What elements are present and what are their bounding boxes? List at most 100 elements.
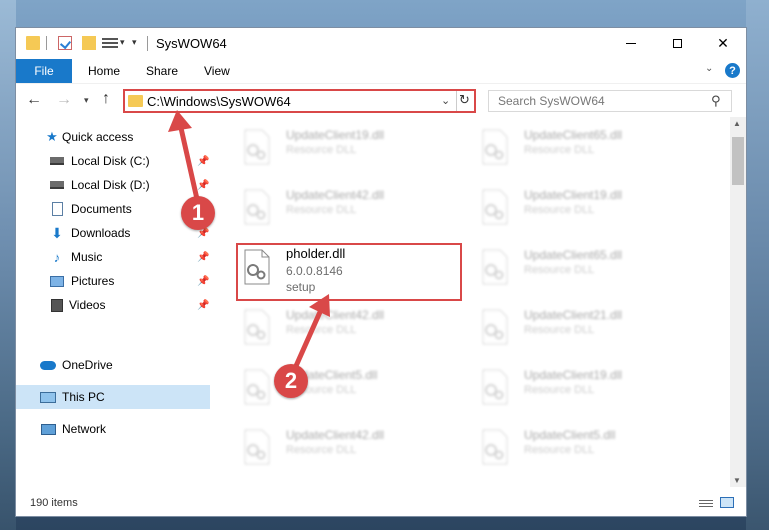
address-bar[interactable]: C:\Windows\SysWOW64 ⌄ ↻ bbox=[123, 89, 476, 113]
sidebar-item-local-disk-c[interactable]: Local Disk (C:) 📌 bbox=[16, 149, 210, 173]
close-button[interactable]: ✕ bbox=[700, 28, 746, 59]
scroll-thumb[interactable] bbox=[732, 137, 744, 185]
list-item[interactable]: UpdateClient19.dll Resource DLL bbox=[468, 363, 698, 415]
list-item[interactable]: UpdateClient42.dll Resource DLL bbox=[230, 303, 460, 355]
pin-icon[interactable]: 📌 bbox=[197, 180, 209, 191]
file-type: Resource DLL bbox=[524, 264, 595, 276]
details-view-icon[interactable] bbox=[699, 498, 713, 508]
file-type: Resource DLL bbox=[524, 384, 595, 396]
videos-icon bbox=[49, 298, 65, 312]
large-icons-view-icon[interactable] bbox=[720, 497, 734, 508]
tab-share[interactable]: Share bbox=[146, 59, 178, 83]
list-item[interactable]: UpdateClient65.dll Resource DLL bbox=[468, 123, 698, 175]
dll-file-icon bbox=[244, 249, 270, 285]
dll-file-icon bbox=[482, 369, 508, 405]
file-list: UpdateClient19.dll Resource DLL UpdateCl… bbox=[210, 117, 730, 487]
sidebar-item-label: Documents bbox=[71, 202, 132, 216]
tab-view[interactable]: View bbox=[204, 59, 230, 83]
sidebar-item-onedrive[interactable]: OneDrive bbox=[16, 353, 210, 377]
file-name: UpdateClient42.dll bbox=[286, 188, 385, 202]
vertical-scrollbar[interactable]: ▲ ▼ bbox=[730, 117, 746, 487]
sidebar-item-local-disk-d[interactable]: Local Disk (D:) 📌 bbox=[16, 173, 210, 197]
maximize-button[interactable] bbox=[654, 28, 700, 59]
sidebar-item-pictures[interactable]: Pictures 📌 bbox=[16, 269, 210, 293]
list-item[interactable]: UpdateClient65.dll Resource DLL bbox=[468, 243, 698, 295]
up-arrow-icon[interactable]: ↑ bbox=[102, 90, 110, 108]
folder-icon bbox=[26, 36, 40, 50]
file-name: UpdateClient21.dll bbox=[524, 308, 623, 322]
dll-file-icon bbox=[244, 369, 270, 405]
list-item[interactable]: UpdateClient42.dll Resource DLL bbox=[230, 183, 460, 235]
star-icon: ★ bbox=[46, 129, 58, 144]
quick-access-divider bbox=[46, 36, 47, 50]
pin-icon[interactable]: 📌 bbox=[197, 276, 209, 287]
list-item[interactable]: UpdateClient19.dll Resource DLL bbox=[230, 123, 460, 175]
properties-icon[interactable] bbox=[58, 36, 72, 50]
sidebar-item-network[interactable]: Network bbox=[16, 417, 210, 441]
sidebar-item-label: Pictures bbox=[71, 274, 115, 288]
list-item[interactable]: UpdateClient21.dll Resource DLL bbox=[468, 303, 698, 355]
file-type: Resource DLL bbox=[524, 324, 595, 336]
onedrive-icon bbox=[40, 358, 56, 372]
address-path[interactable]: C:\Windows\SysWOW64 bbox=[147, 94, 291, 109]
drive-icon bbox=[49, 154, 65, 168]
sidebar-item-music[interactable]: ♪ Music 📌 bbox=[16, 245, 210, 269]
search-input[interactable] bbox=[489, 91, 704, 111]
dll-file-icon bbox=[482, 309, 508, 345]
file-name: UpdateClient19.dll bbox=[524, 188, 623, 202]
scroll-up-icon[interactable]: ▲ bbox=[733, 119, 741, 128]
navigation-bar: ← → ▾ ↑ C:\Windows\SysWOW64 ⌄ ↻ ⚲ bbox=[16, 83, 746, 118]
sidebar-item-videos[interactable]: Videos 📌 bbox=[16, 293, 210, 317]
pin-icon[interactable]: 📌 bbox=[197, 156, 209, 167]
list-item-pholder-dll[interactable]: pholder.dll 6.0.0.8146 setup bbox=[230, 243, 460, 295]
dll-file-icon bbox=[482, 429, 508, 465]
sidebar-item-label: Local Disk (D:) bbox=[71, 178, 150, 192]
scroll-down-icon[interactable]: ▼ bbox=[733, 476, 741, 485]
minimize-button[interactable] bbox=[608, 28, 654, 59]
file-name: UpdateClient42.dll bbox=[286, 428, 385, 442]
ribbon-tabs: File Home Share View ⌄ ? bbox=[16, 59, 746, 83]
file-type: Resource DLL bbox=[286, 144, 357, 156]
file-version: 6.0.0.8146 bbox=[286, 264, 343, 278]
chevron-down-icon[interactable]: ⌄ bbox=[441, 94, 450, 107]
desktop-background-left bbox=[0, 0, 16, 530]
file-name: UpdateClient19.dll bbox=[524, 368, 623, 382]
file-explorer-window: ▾ ▾ SysWOW64 ✕ File Home Share View ⌄ ? … bbox=[16, 28, 746, 516]
dll-file-icon bbox=[244, 429, 270, 465]
file-type: Resource DLL bbox=[524, 204, 595, 216]
file-type: Resource DLL bbox=[286, 204, 357, 216]
sidebar-item-quick-access[interactable]: ★ Quick access bbox=[16, 125, 210, 149]
callout-1-badge: 1 bbox=[181, 196, 215, 230]
desktop-background-right bbox=[746, 0, 769, 530]
help-icon[interactable]: ? bbox=[725, 63, 740, 78]
new-folder-icon[interactable] bbox=[82, 36, 96, 50]
network-icon bbox=[40, 422, 56, 436]
list-item[interactable]: UpdateClient5.dll Resource DLL bbox=[230, 363, 460, 415]
customize-toolbar-icon[interactable]: ▾ bbox=[132, 37, 137, 48]
search-icon[interactable]: ⚲ bbox=[711, 93, 721, 109]
sidebar-item-label: Network bbox=[62, 422, 107, 436]
view-options-icon[interactable] bbox=[102, 36, 118, 50]
tab-home[interactable]: Home bbox=[88, 59, 120, 83]
chevron-down-icon[interactable]: ▾ bbox=[120, 37, 125, 48]
expand-ribbon-icon[interactable]: ⌄ bbox=[705, 63, 713, 74]
forward-arrow-icon[interactable]: → bbox=[56, 91, 72, 109]
back-arrow-icon[interactable]: ← bbox=[26, 91, 42, 109]
title-bar: ▾ ▾ SysWOW64 ✕ bbox=[16, 28, 746, 59]
sidebar-item-this-pc[interactable]: This PC bbox=[16, 385, 210, 409]
file-name: UpdateClient19.dll bbox=[286, 128, 385, 142]
search-box[interactable]: ⚲ bbox=[488, 90, 732, 112]
list-item[interactable]: UpdateClient5.dll Resource DLL bbox=[468, 423, 698, 475]
file-type: Resource DLL bbox=[524, 144, 595, 156]
list-item[interactable]: UpdateClient42.dll Resource DLL bbox=[230, 423, 460, 475]
list-item[interactable]: UpdateClient19.dll Resource DLL bbox=[468, 183, 698, 235]
refresh-icon[interactable]: ↻ bbox=[459, 92, 470, 108]
recent-locations-icon[interactable]: ▾ bbox=[84, 95, 89, 106]
pin-icon[interactable]: 📌 bbox=[197, 252, 209, 263]
sidebar-item-downloads[interactable]: ⬇ Downloads 📌 bbox=[16, 221, 210, 245]
dll-file-icon bbox=[244, 309, 270, 345]
pin-icon[interactable]: 📌 bbox=[197, 300, 209, 311]
dll-file-icon bbox=[482, 129, 508, 165]
tab-file[interactable]: File bbox=[16, 59, 72, 83]
callout-2-badge: 2 bbox=[274, 364, 308, 398]
